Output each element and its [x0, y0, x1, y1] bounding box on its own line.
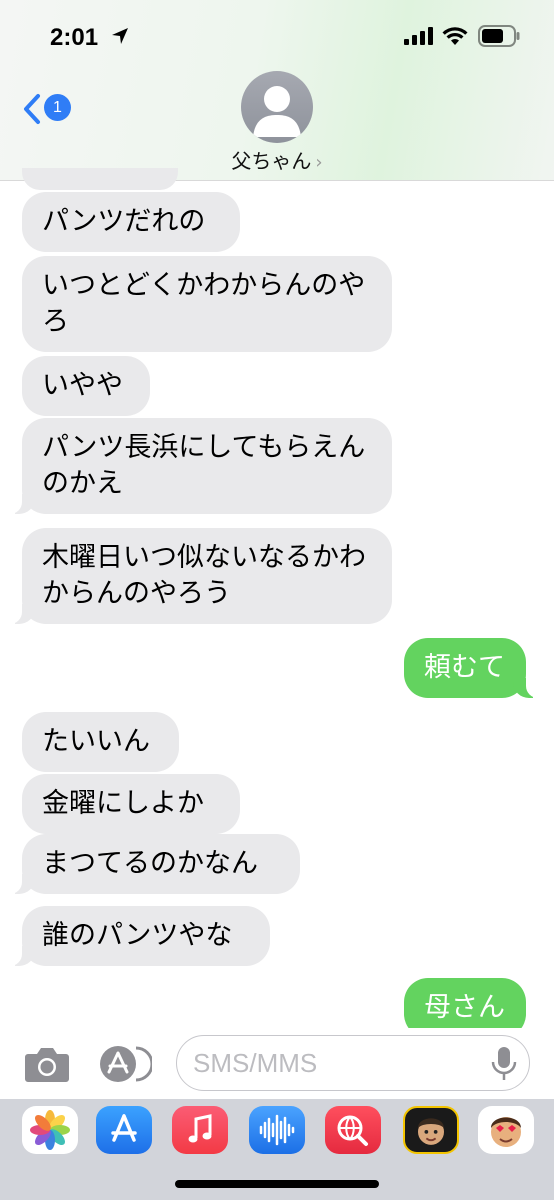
message-bubble-incoming[interactable]: まつてるのかなん — [4, 834, 300, 894]
message-text: パンツ長浜にしてもらえんのかえ — [42, 432, 366, 499]
message-bubble-incoming[interactable]: パンツだれの — [22, 192, 240, 252]
unread-badge[interactable]: 1 — [44, 94, 71, 121]
audio-message-icon[interactable] — [249, 1106, 305, 1154]
message-text: 母さん — [424, 992, 505, 1023]
app-store-glyph-icon — [111, 1114, 137, 1142]
chevron-right-icon: › — [315, 152, 323, 173]
message-bubble-incoming[interactable]: いやや — [22, 356, 150, 416]
cellular-signal-icon — [404, 27, 433, 45]
photos-flower-icon — [30, 1110, 70, 1150]
message-bubble-incoming[interactable]: たいいん — [22, 712, 179, 772]
app-store-icon[interactable] — [96, 1106, 152, 1154]
wifi-icon — [442, 27, 468, 45]
contact-avatar[interactable] — [241, 71, 313, 143]
message-text: パンツだれの — [42, 206, 206, 237]
message-text-field[interactable] — [176, 1035, 530, 1091]
message-text: いつとどくかわからんのやろ — [42, 270, 366, 337]
message-bubble-incoming[interactable]: 誰のパンツやな — [4, 906, 270, 966]
home-indicator[interactable] — [175, 1180, 379, 1188]
status-time: 2:01 — [50, 24, 99, 51]
message-text: 誰のパンツやな — [42, 920, 233, 951]
message-bubble-incoming[interactable]: 木曜日いつ似ないなるかわからんのやろう — [4, 528, 392, 624]
waveform-icon — [259, 1114, 295, 1146]
memoji-stickers-icon[interactable] — [478, 1106, 534, 1154]
memoji-icon[interactable] — [403, 1106, 459, 1154]
message-text: いやや — [42, 370, 123, 401]
message-bubble-incoming[interactable]: 金曜にしよか — [22, 774, 240, 834]
message-text: 金曜にしよか — [42, 788, 204, 819]
person-silhouette-icon — [253, 86, 301, 137]
app-store-button-icon[interactable] — [96, 1044, 152, 1084]
camera-icon[interactable] — [24, 1045, 70, 1083]
message-text: 頼むて — [424, 652, 505, 683]
globe-search-icon — [337, 1115, 368, 1146]
location-arrow-icon — [112, 28, 128, 44]
message-bubble-incoming[interactable]: いつとどくかわからんのやろ — [22, 256, 392, 352]
photos-icon[interactable] — [22, 1106, 78, 1154]
message-input[interactable] — [193, 1046, 483, 1080]
web-search-icon[interactable] — [325, 1106, 381, 1154]
music-note-icon — [188, 1114, 212, 1143]
message-bubble-outgoing[interactable]: 頼むて — [404, 638, 544, 698]
music-icon[interactable] — [172, 1106, 228, 1154]
battery-icon — [478, 25, 520, 47]
message-text: まつてるのかなん — [42, 848, 258, 879]
message-bubble-incoming[interactable]: パンツ長浜にしてもらえんのかえ — [4, 418, 392, 514]
message-bubble-partial — [22, 168, 178, 190]
message-text: たいいん — [42, 726, 150, 757]
contact-name-label: 父ちゃん — [231, 149, 312, 173]
microphone-icon[interactable] — [490, 1046, 518, 1082]
memoji-stickers-face-icon — [491, 1117, 521, 1147]
message-text: 木曜日いつ似ないなるかわからんのやろう — [42, 542, 366, 609]
memoji-face-icon — [418, 1118, 444, 1145]
